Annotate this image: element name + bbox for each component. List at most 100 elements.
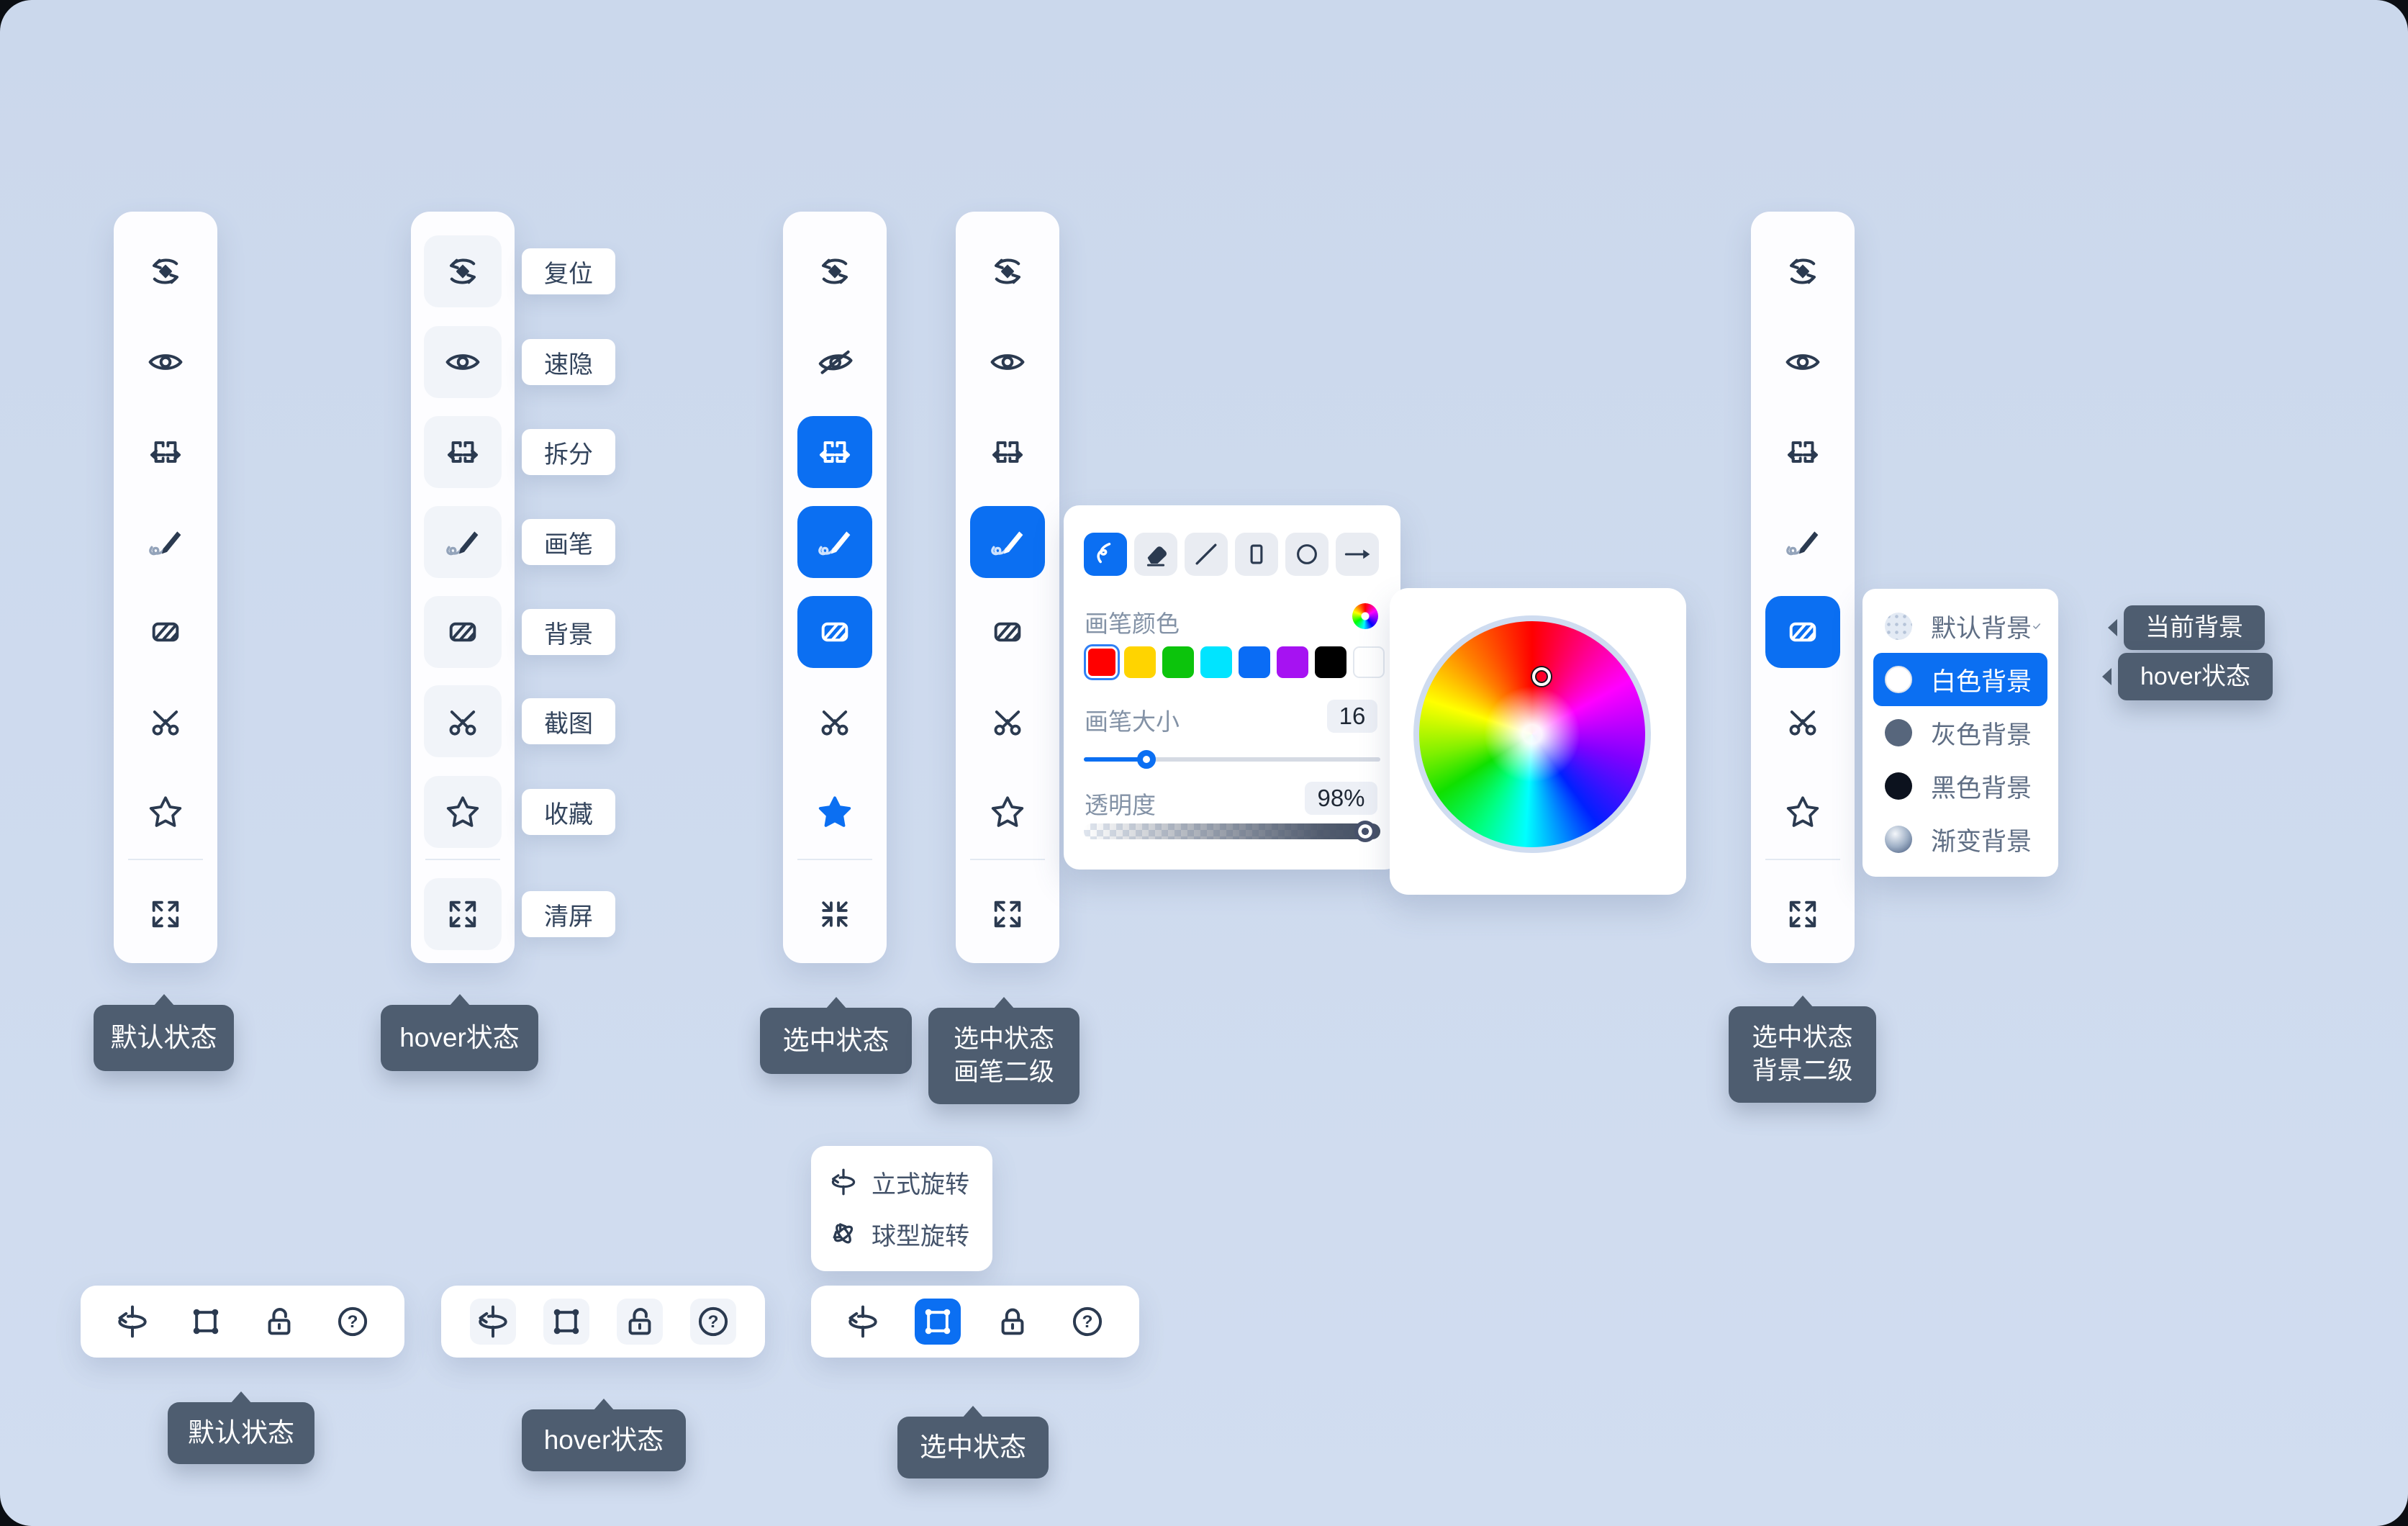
action-label-reset: 复位: [522, 248, 615, 294]
color-picker-panel: [1390, 588, 1686, 895]
slider-handle[interactable]: [1137, 750, 1156, 769]
reset-button[interactable]: [969, 235, 1046, 307]
split-button-selected[interactable]: [797, 416, 872, 488]
background-button[interactable]: [969, 596, 1046, 668]
swatch-black[interactable]: [1315, 646, 1346, 678]
state-label-text: 背景二级: [1752, 1055, 1852, 1088]
brush-button-selected[interactable]: [797, 506, 872, 578]
scissors-icon: [1783, 702, 1822, 741]
menu-item-black-bg[interactable]: 黑色背景: [1873, 759, 2047, 813]
swatch-cyan[interactable]: [1200, 646, 1232, 678]
clear-screen-button[interactable]: [969, 878, 1046, 950]
swatch-white[interactable]: [1353, 646, 1385, 678]
transform-button[interactable]: [543, 1299, 589, 1345]
state-label-text: 选中状态: [783, 1024, 890, 1059]
help-button[interactable]: [690, 1299, 736, 1345]
favorite-button[interactable]: [127, 776, 204, 848]
line-icon: [1190, 538, 1222, 570]
favorite-button[interactable]: [1764, 776, 1842, 848]
pen-tool-row: [1084, 533, 1379, 576]
split-button[interactable]: [1764, 416, 1842, 488]
menu-item-label: 灰色背景: [1931, 715, 2032, 751]
background-button[interactable]: [424, 596, 502, 668]
split-button[interactable]: [424, 416, 502, 488]
menu-item-vertical-rotate[interactable]: 立式旋转: [827, 1156, 992, 1208]
screenshot-button[interactable]: [969, 685, 1046, 757]
swatch-yellow[interactable]: [1124, 646, 1156, 678]
transform-button[interactable]: [183, 1299, 229, 1345]
toolbar-hover: [411, 212, 515, 963]
eraser-tool-button[interactable]: [1134, 533, 1177, 576]
rotate-button[interactable]: [470, 1299, 516, 1345]
screenshot-button[interactable]: [796, 685, 874, 757]
reset-button[interactable]: [1764, 235, 1842, 307]
brush-button[interactable]: [1764, 506, 1842, 578]
quick-hide-button[interactable]: [1764, 326, 1842, 398]
lock-open-icon: [620, 1301, 660, 1342]
screenshot-button[interactable]: [1764, 685, 1842, 757]
swatch-red-selected[interactable]: [1086, 646, 1118, 678]
divider: [970, 859, 1045, 860]
background-button-selected[interactable]: [797, 596, 872, 668]
quick-hide-button[interactable]: [127, 326, 204, 398]
quick-hide-button-active[interactable]: [796, 326, 874, 398]
menu-item-gradient-bg[interactable]: 渐变背景: [1873, 813, 2047, 866]
lock-button[interactable]: [617, 1299, 663, 1345]
pen-color-label: 画笔颜色: [1085, 605, 1180, 639]
menu-item-white-bg-hovered[interactable]: 白色背景: [1873, 653, 2047, 706]
menu-item-default-bg[interactable]: 默认背景: [1873, 600, 2047, 653]
color-wheel-icon[interactable]: [1352, 603, 1378, 629]
lock-button[interactable]: [256, 1299, 302, 1345]
rect-tool-button[interactable]: [1235, 533, 1278, 576]
arrow-icon: [1341, 538, 1373, 570]
clear-screen-button[interactable]: [424, 878, 502, 950]
brush-icon: [988, 523, 1027, 561]
default-bg-swatch: [1885, 613, 1912, 640]
brush-button[interactable]: [424, 506, 502, 578]
background-button-selected[interactable]: [1765, 596, 1840, 668]
help-button[interactable]: [330, 1299, 376, 1345]
reset-button[interactable]: [127, 235, 204, 307]
swatch-blue[interactable]: [1239, 646, 1270, 678]
help-button[interactable]: [1064, 1299, 1110, 1345]
color-wheel[interactable]: [1413, 615, 1651, 853]
lock-button[interactable]: [990, 1299, 1036, 1345]
transform-button-selected[interactable]: [915, 1299, 961, 1345]
quick-hide-button[interactable]: [424, 326, 502, 398]
clear-screen-button[interactable]: [127, 878, 204, 950]
screenshot-button[interactable]: [424, 685, 502, 757]
swatch-green[interactable]: [1162, 646, 1194, 678]
opacity-handle[interactable]: [1354, 821, 1376, 842]
favorite-button-active[interactable]: [796, 776, 874, 848]
split-button[interactable]: [127, 416, 204, 488]
toolbar-default: [114, 212, 217, 963]
pen-tool-button[interactable]: [1084, 533, 1127, 576]
arrow-tool-button[interactable]: [1336, 533, 1379, 576]
opacity-slider[interactable]: [1084, 823, 1380, 839]
clear-screen-button[interactable]: [1764, 878, 1842, 950]
rotate-button[interactable]: [109, 1299, 155, 1345]
color-wheel-marker[interactable]: [1532, 667, 1551, 686]
swatch-purple[interactable]: [1277, 646, 1308, 678]
brush-button-selected[interactable]: [970, 506, 1045, 578]
rotate-button[interactable]: [840, 1299, 886, 1345]
background-button[interactable]: [127, 596, 204, 668]
quick-hide-button[interactable]: [969, 326, 1046, 398]
menu-item-sphere-rotate[interactable]: 球型旋转: [827, 1208, 992, 1260]
brush-button[interactable]: [127, 506, 204, 578]
favorite-button[interactable]: [969, 776, 1046, 848]
menu-item-grey-bg[interactable]: 灰色背景: [1873, 706, 2047, 759]
clear-screen-button-active[interactable]: [796, 878, 874, 950]
split-button[interactable]: [969, 416, 1046, 488]
tooltip-text: 当前背景: [2145, 612, 2243, 644]
line-tool-button[interactable]: [1185, 533, 1228, 576]
background-icon: [443, 613, 482, 651]
reset-button[interactable]: [424, 235, 502, 307]
screenshot-button[interactable]: [127, 685, 204, 757]
circle-tool-button[interactable]: [1285, 533, 1329, 576]
pen-size-slider[interactable]: [1084, 750, 1380, 769]
action-label-clear: 清屏: [522, 891, 615, 937]
favorite-button[interactable]: [424, 776, 502, 848]
brush-icon: [1783, 523, 1822, 561]
reset-button[interactable]: [796, 235, 874, 307]
